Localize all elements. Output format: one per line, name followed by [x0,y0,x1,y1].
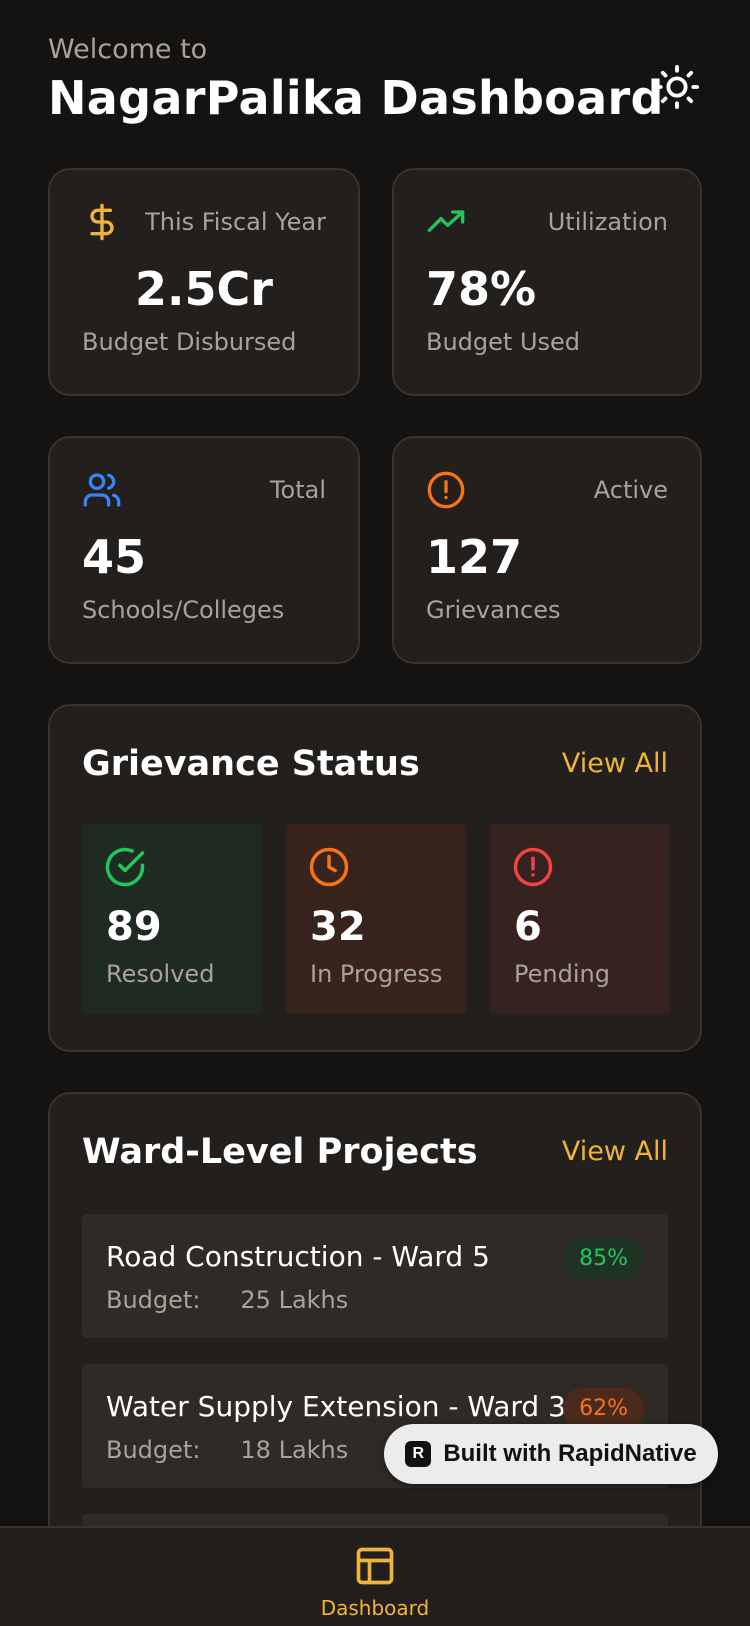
clock-icon [309,847,349,887]
project-budget: Budget: 25 Lakhs [106,1286,348,1314]
grievance-section-title: Grievance Status [82,744,420,784]
ward-projects-card: Ward-Level Projects View All Road Constr… [48,1092,702,1572]
theme-toggle-button[interactable] [652,62,702,112]
users-icon [83,473,121,507]
trending-up-icon [427,210,465,232]
alert-circle-icon [427,471,465,509]
bottom-nav: Dashboard [0,1526,750,1626]
stat-top-label: Utilization [547,208,668,236]
grievance-value: 6 [514,904,542,950]
header: Welcome to NagarPalika Dashboard [48,34,702,125]
project-name: Water Supply Extension - Ward 3 [106,1390,566,1423]
stat-value: 127 [426,530,523,584]
project-progress-badge: 85% [563,1238,644,1279]
projects-view-all-link[interactable]: View All [562,1136,668,1167]
project-item[interactable]: Road Construction - Ward 5 Budget: 25 Lak… [82,1214,668,1338]
budget-label: Budget: [106,1286,201,1314]
stat-card-grievances[interactable]: Active 127 Grievances [392,436,702,664]
stat-caption: Budget Used [426,328,581,356]
nav-item-dashboard[interactable]: Dashboard [0,1544,750,1620]
grievance-label: In Progress [310,960,443,988]
grievance-label: Pending [514,960,610,988]
badge-text: Built with RapidNative [443,1440,697,1467]
stat-top-label: Active [593,476,668,504]
stat-value: 45 [82,530,147,584]
grievance-value: 32 [310,904,366,950]
rapidnative-logo-icon: R [405,1441,432,1467]
project-progress-badge: 62% [563,1388,644,1429]
grievance-label: Resolved [106,960,215,988]
budget-label: Budget: [106,1436,201,1464]
projects-section-title: Ward-Level Projects [82,1132,478,1172]
layout-icon [356,1547,394,1585]
alert-circle-icon [513,847,553,887]
stat-caption: Schools/Colleges [82,596,285,624]
project-budget: Budget: 18 Lakhs [106,1436,348,1464]
stat-caption: Grievances [426,596,561,624]
project-name: Road Construction - Ward 5 [106,1240,490,1273]
grievance-in-progress-box[interactable]: 32 In Progress [286,824,466,1014]
stat-top-label: This Fiscal Year [145,208,326,236]
stat-caption: Budget Disbursed [82,328,297,356]
budget-amount: 25 Lakhs [240,1286,349,1314]
stat-card-schools[interactable]: Total 45 Schools/Colleges [48,436,360,664]
nav-label-dashboard: Dashboard [320,1596,430,1620]
grievance-pending-box[interactable]: 6 Pending [490,824,670,1014]
stat-card-budget[interactable]: This Fiscal Year 2.5Cr Budget Disbursed [48,168,360,396]
page-title: NagarPalika Dashboard [48,71,664,125]
grievance-value: 89 [106,904,162,950]
stat-top-label: Total [269,476,326,504]
stat-card-utilization[interactable]: Utilization 78% Budget Used [392,168,702,396]
built-with-badge[interactable]: R Built with RapidNative [384,1424,718,1484]
stat-value: 2.5Cr [135,262,273,316]
grievance-resolved-box[interactable]: 89 Resolved [82,824,262,1014]
dollar-icon [90,203,114,241]
sun-icon [654,64,700,110]
grievance-view-all-link[interactable]: View All [562,748,668,779]
welcome-text: Welcome to [48,34,208,65]
stat-value: 78% [426,262,537,316]
budget-amount: 18 Lakhs [240,1436,349,1464]
grievance-status-card: Grievance Status View All 89 Resolved 32… [48,704,702,1052]
check-circle-icon [105,847,145,887]
